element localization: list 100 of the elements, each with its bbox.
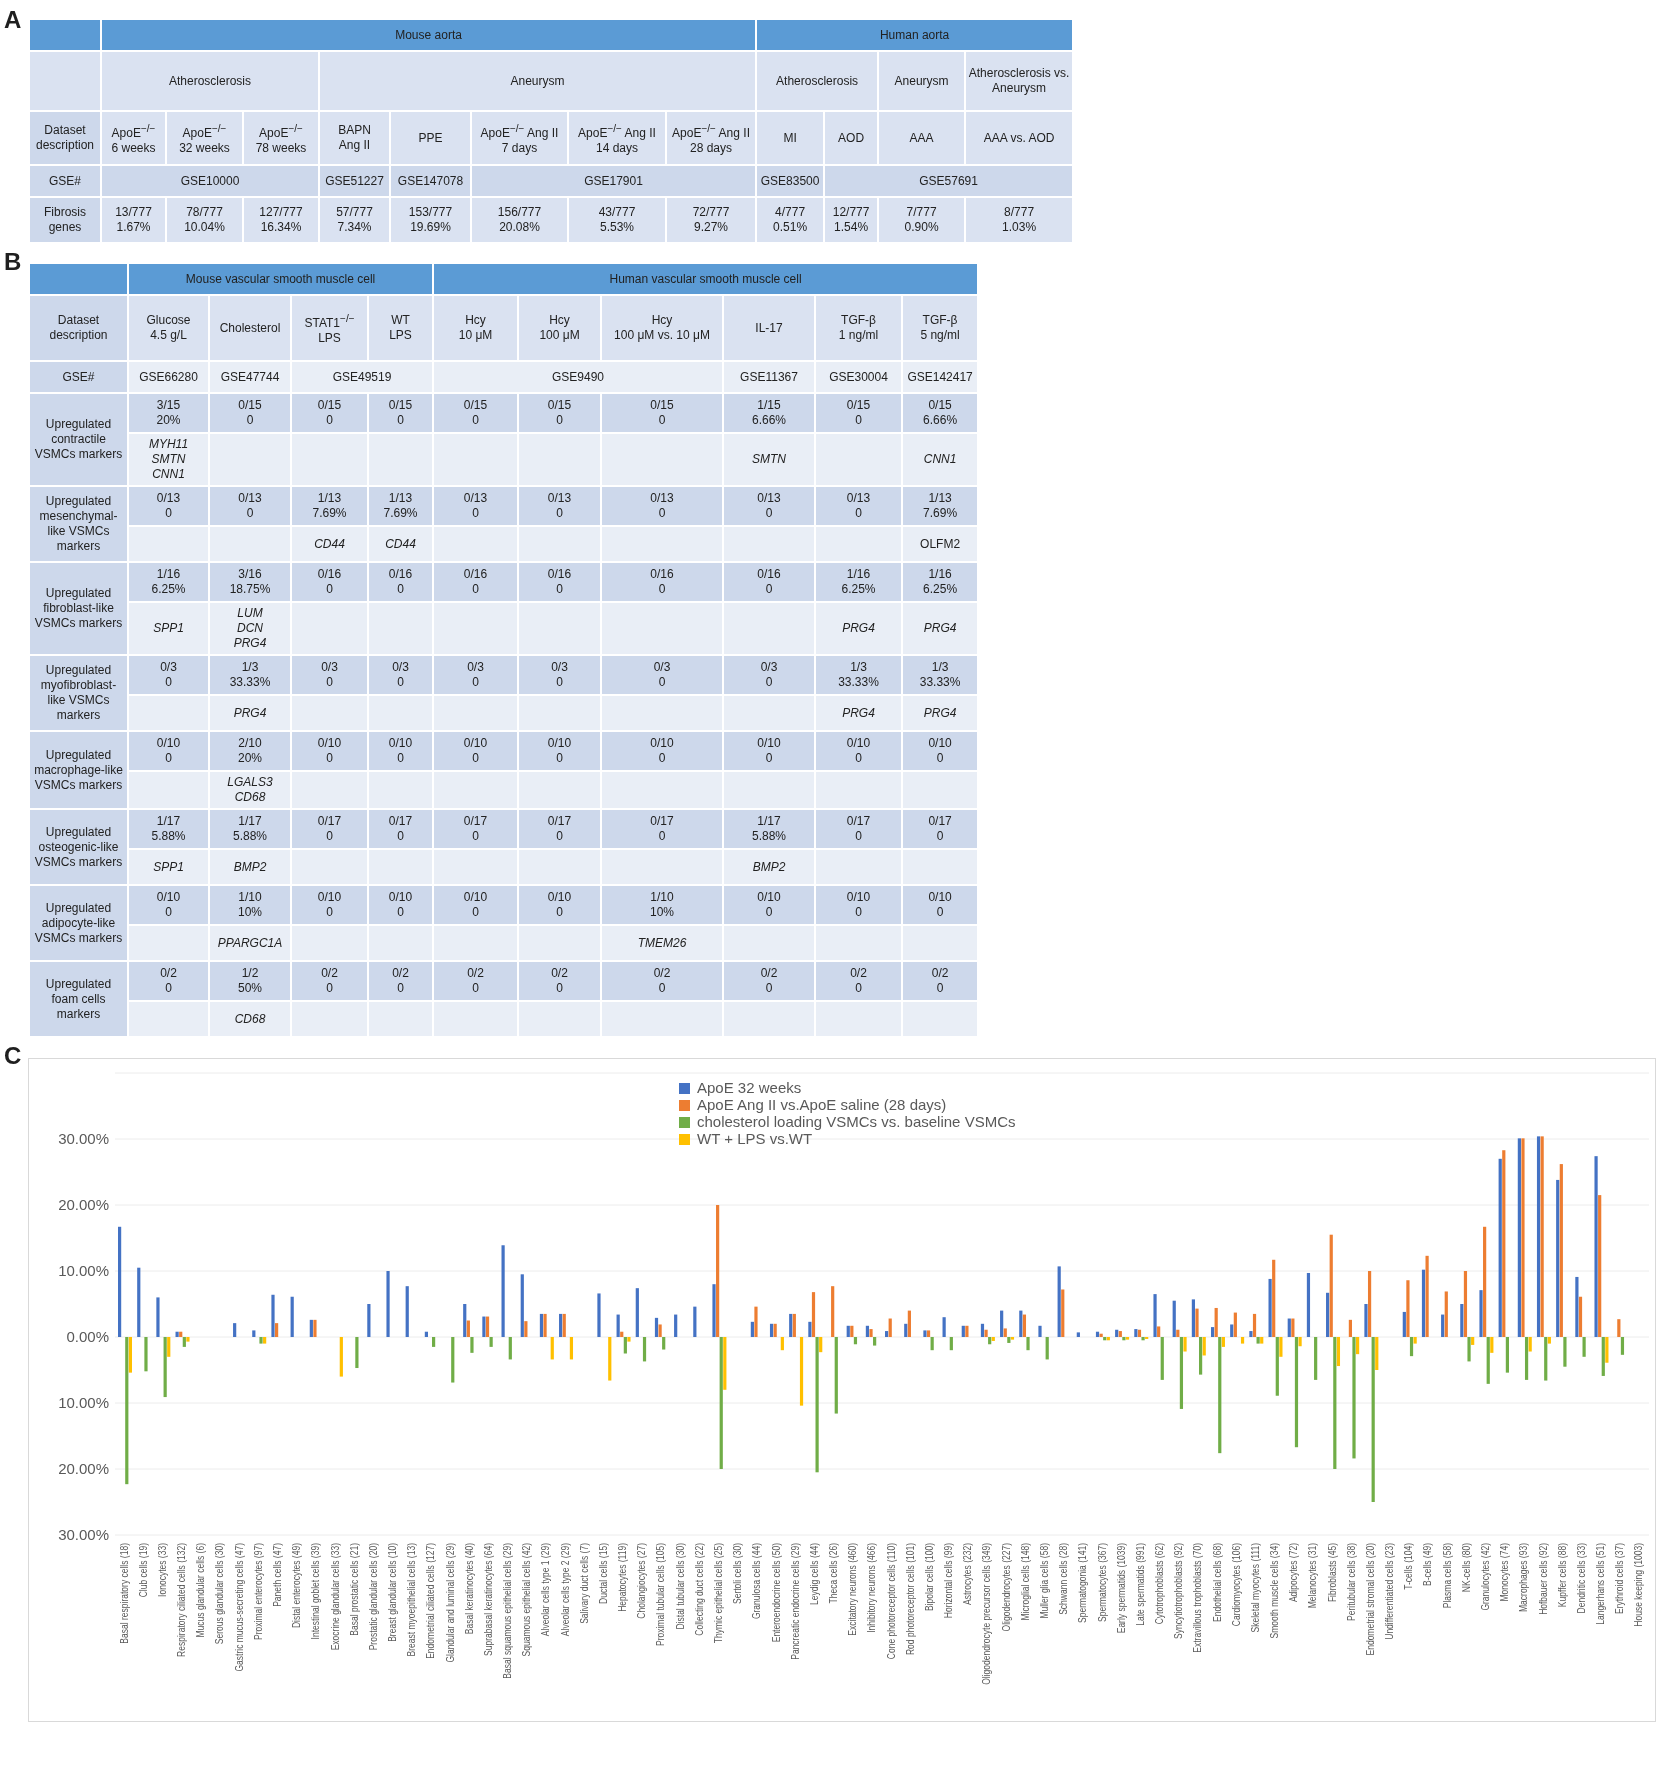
table-cell: 0/10 0 [902, 731, 979, 771]
table-cell: GSE66280 [128, 361, 209, 393]
table-cell: CD68 [209, 1001, 291, 1037]
category-label: Salivary duct cells (7) [577, 1543, 591, 1624]
table-cell: GSE147078 [390, 165, 471, 197]
category-label: Syncytiotrophoblasts (92) [1172, 1543, 1185, 1639]
table-cell: LGALS3 CD68 [209, 771, 291, 809]
table-cell: 0/2 0 [128, 961, 209, 1001]
table-cell: 0/16 0 [433, 562, 519, 602]
category-label: Oligodendrocyte precursor cells (349) [980, 1543, 993, 1685]
row-header: Upregulated mesenchymal-like VSMCs markers [29, 486, 128, 562]
category-label: Undifferentiated cells (23) [1382, 1543, 1396, 1640]
table-cell: 1/17 5.88% [128, 809, 209, 849]
table-cell: 0/16 0 [291, 562, 368, 602]
table-cell: GSE49519 [291, 361, 434, 393]
column-header: Atherosclerosis vs. Aneurysm [965, 51, 1074, 111]
table-cell: GSE10000 [101, 165, 319, 197]
category-label: Smooth muscle cells (34) [1267, 1543, 1281, 1639]
table-cell: PRG4 [902, 695, 979, 731]
table-cell: 0/2 0 [518, 961, 602, 1001]
table-cell: 0/2 0 [291, 961, 368, 1001]
table-cell: WT LPS [368, 295, 434, 361]
table-cell: 1/10 10% [209, 885, 291, 925]
table-cell: 0/10 0 [902, 885, 979, 925]
table-cell: 0/3 0 [433, 655, 519, 695]
category-label: Monocytes (74) [1497, 1543, 1511, 1602]
table-cell: 0/17 0 [291, 809, 368, 849]
table-cell: 0/13 0 [815, 486, 903, 526]
table-cell: SPP1 [128, 849, 209, 885]
table-cell: 0/2 0 [433, 961, 519, 1001]
category-label: Cytotrophoblasts (62) [1152, 1543, 1166, 1625]
table-cell: GSE142417 [902, 361, 979, 393]
table-cell: 2/10 20% [209, 731, 291, 771]
table-cell: 78/777 10.04% [166, 197, 243, 243]
table-cell: 156/777 20.08% [471, 197, 568, 243]
table-cell: 13/777 1.67% [101, 197, 166, 243]
category-label: Peritubular cells (38) [1344, 1543, 1358, 1621]
category-label: Dendritic cells (33) [1574, 1543, 1588, 1614]
table-cell: SMTN [723, 433, 816, 486]
row-header: Upregulated fibroblast-like VSMCs markers [29, 562, 128, 655]
category-label: Spermatocytes (367) [1095, 1543, 1108, 1622]
category-label: Kupffer cells (88) [1555, 1543, 1568, 1608]
table-cell: 0/17 0 [902, 809, 979, 849]
category-label: Schwann cells (28) [1056, 1543, 1070, 1615]
table-cell: 1/10 10% [601, 885, 724, 925]
table-cell: GSE47744 [209, 361, 291, 393]
table-cell: TMEM26 [601, 925, 724, 961]
table-cell: 0/10 0 [518, 731, 602, 771]
category-label: Endometrial stromal cells (20) [1363, 1543, 1377, 1656]
category-label: Fibroblasts (45) [1325, 1543, 1338, 1603]
table-cell: BMP2 [209, 849, 291, 885]
category-label: Rod photoreceptor cells (101) [903, 1543, 917, 1656]
table-cell: 1/13 7.69% [902, 486, 979, 526]
table-cell: CNN1 [902, 433, 979, 486]
table-cell: 1/13 7.69% [368, 486, 434, 526]
category-label: Plasma cells (58) [1440, 1543, 1453, 1609]
table-cell: PRG4 [815, 695, 903, 731]
category-label: Suprabasal keratinocytes (64) [481, 1543, 495, 1656]
table-cell: 0/16 0 [723, 562, 816, 602]
column-header: Mouse aorta [101, 19, 757, 51]
table-cell: 0/15 6.66% [902, 393, 979, 433]
legend-label: ApoE 32 weeks [697, 1079, 802, 1096]
row-header: Upregulated contractile VSMCs markers [29, 393, 128, 486]
table-cell: 0/2 0 [815, 961, 903, 1001]
table-cell: AOD [824, 111, 879, 165]
axis-tick-label: 30.00% [58, 1526, 109, 1543]
table-cell: 0/15 0 [601, 393, 724, 433]
table-cell: 1/16 6.25% [815, 562, 903, 602]
category-label: Sertoli cells (30) [730, 1543, 744, 1604]
table-cell: BAPN Ang II [319, 111, 390, 165]
table-cell: AAA [878, 111, 966, 165]
category-label: Adipocytes (72) [1287, 1543, 1300, 1603]
category-label: Astrocytes (232) [961, 1543, 974, 1605]
table-cell: 0/16 0 [518, 562, 602, 602]
row-header: Upregulated osteogenic-like VSMCs markers [29, 809, 128, 885]
category-label: Cholangiocytes (27) [635, 1543, 648, 1619]
category-label: Glandular and luminal cells (29) [443, 1543, 456, 1663]
category-label: Proximal tubular cells (105) [654, 1543, 667, 1647]
table-cell: PRG4 [209, 695, 291, 731]
table-cell: 3/15 20% [128, 393, 209, 433]
category-label: Ionocytes (33) [155, 1543, 169, 1597]
table-cell: 0/10 0 [433, 885, 519, 925]
panel-label: C [4, 1044, 23, 1068]
category-label: Mucus glandular cells (6) [194, 1543, 207, 1638]
table-cell: 0/15 0 [291, 393, 368, 433]
table-cell: 3/16 18.75% [209, 562, 291, 602]
row-header: Upregulated adipocyte-like VSMCs markers [29, 885, 128, 961]
table-cell: CD44 [291, 526, 368, 562]
table-cell: Hcy 10 μM [433, 295, 519, 361]
axis-tick-label: 0.00% [66, 1328, 109, 1345]
table-cell: TGF-β 5 ng/ml [902, 295, 979, 361]
table-cell: CD44 [368, 526, 434, 562]
column-header: Aneurysm [878, 51, 966, 111]
table-cell: 0/10 0 [518, 885, 602, 925]
category-label: T-cells (104) [1402, 1543, 1415, 1590]
table-cell: 0/17 0 [601, 809, 724, 849]
table-cell: 7/777 0.90% [878, 197, 966, 243]
table-cell: 0/10 0 [291, 731, 368, 771]
row-header: GSE# [29, 361, 128, 393]
table-cell: 0/10 0 [291, 885, 368, 925]
